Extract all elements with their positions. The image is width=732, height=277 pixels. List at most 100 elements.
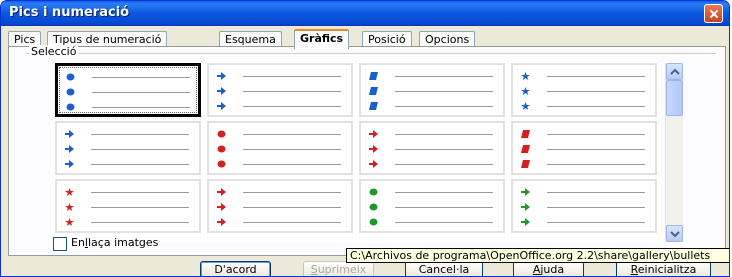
selection-group-label: Selecció [29, 45, 79, 58]
close-icon[interactable] [704, 4, 723, 23]
red-arrow-bullet-icon [217, 218, 226, 226]
placeholder-line [395, 207, 493, 208]
bullet-line [215, 159, 345, 169]
blue-square-bullet-icon [369, 72, 378, 80]
bullet-option[interactable] [207, 63, 353, 117]
help-button[interactable]: Ajuda [513, 261, 584, 276]
green-arrow-bullet-icon [521, 188, 530, 196]
link-images-checkbox[interactable] [53, 237, 67, 251]
blue-square-bullet-icon [369, 87, 378, 95]
placeholder-line [91, 222, 189, 223]
red-star-bullet-icon [65, 203, 74, 211]
placeholder-line [92, 107, 190, 108]
chevron-up-icon [670, 68, 680, 75]
red-arrow-bullet-icon [217, 188, 226, 196]
bullet-line [215, 71, 345, 81]
blue-ball-bullet-icon [66, 88, 75, 96]
placeholder-line [92, 77, 190, 78]
green-arrow-bullet-icon [521, 203, 530, 211]
placeholder-line [547, 149, 645, 150]
green-ball-bullet-icon [369, 203, 378, 211]
reset-button[interactable]: Reinicialitza [616, 261, 711, 276]
placeholder-line [547, 164, 645, 165]
placeholder-line [91, 207, 189, 208]
blue-arrow-bullet-icon [65, 145, 74, 153]
placeholder-line [243, 149, 341, 150]
scroll-up-button[interactable] [666, 63, 683, 80]
placeholder-line [395, 149, 493, 150]
placeholder-line [395, 134, 493, 135]
bullet-line [367, 217, 497, 227]
red-ball-bullet-icon [217, 145, 226, 153]
bullet-line [519, 159, 649, 169]
blue-arrow-bullet-icon [217, 87, 226, 95]
bullet-option[interactable] [511, 121, 657, 175]
red-square-bullet-icon [521, 145, 530, 153]
bullet-line [367, 159, 497, 169]
bullet-line [63, 159, 193, 169]
bullet-option[interactable] [55, 121, 201, 175]
placeholder-line [92, 92, 190, 93]
bullet-option[interactable] [207, 121, 353, 175]
placeholder-line [547, 207, 645, 208]
bullet-line [367, 101, 497, 111]
bullet-option[interactable] [359, 121, 505, 175]
title-bar[interactable]: Pics i numeració [1, 1, 729, 26]
placeholder-line [243, 76, 341, 77]
bullet-option[interactable] [511, 179, 657, 233]
placeholder-line [243, 164, 341, 165]
bullet-line [215, 129, 345, 139]
ok-button[interactable]: D'acord [200, 261, 271, 276]
dialog-window: Pics i numeració Pics Tipus de numeració… [0, 0, 730, 277]
placeholder-line [547, 91, 645, 92]
red-square-bullet-icon [521, 130, 530, 138]
placeholder-line [395, 106, 493, 107]
scroll-down-button[interactable] [666, 225, 683, 242]
red-arrow-bullet-icon [217, 203, 226, 211]
placeholder-line [395, 222, 493, 223]
bullet-option[interactable] [511, 63, 657, 117]
tab-graphics[interactable]: Gràfics [294, 29, 350, 49]
tab-outline[interactable]: Esquema [219, 31, 282, 47]
cancel-button[interactable]: Cancel·la [405, 261, 483, 276]
blue-square-bullet-icon [369, 102, 378, 110]
link-images-label: Enllaça imatges [71, 236, 159, 249]
blue-arrow-bullet-icon [217, 102, 226, 110]
tab-position[interactable]: Posició [362, 31, 412, 47]
bullet-line [215, 86, 345, 96]
bullet-option[interactable] [55, 179, 201, 233]
red-ball-bullet-icon [217, 160, 226, 168]
bullet-line [519, 129, 649, 139]
bullet-option[interactable] [55, 63, 201, 117]
bullet-line [63, 217, 193, 227]
bullet-line [519, 217, 649, 227]
bullet-line [367, 86, 497, 96]
bullet-line [64, 102, 194, 112]
blue-arrow-bullet-icon [217, 72, 226, 80]
bullet-line [64, 87, 194, 97]
green-arrow-bullet-icon [521, 218, 530, 226]
placeholder-line [395, 91, 493, 92]
placeholder-line [243, 106, 341, 107]
vertical-scrollbar[interactable] [665, 63, 683, 242]
bullet-line [63, 129, 193, 139]
bullet-line [215, 144, 345, 154]
placeholder-line [395, 76, 493, 77]
bullet-option[interactable] [359, 63, 505, 117]
scroll-thumb[interactable] [666, 80, 683, 116]
blue-arrow-bullet-icon [65, 160, 74, 168]
placeholder-line [243, 222, 341, 223]
tab-options[interactable]: Opcions [419, 31, 476, 47]
blue-ball-bullet-icon [66, 103, 75, 111]
delete-button[interactable]: Suprimeix [303, 261, 374, 276]
bullet-option[interactable] [207, 179, 353, 233]
green-ball-bullet-icon [369, 188, 378, 196]
placeholder-line [395, 164, 493, 165]
placeholder-line [91, 149, 189, 150]
placeholder-line [243, 91, 341, 92]
bullet-line [63, 202, 193, 212]
placeholder-line [243, 134, 341, 135]
red-star-bullet-icon [65, 188, 74, 196]
green-ball-bullet-icon [369, 218, 378, 226]
bullet-option[interactable] [359, 179, 505, 233]
